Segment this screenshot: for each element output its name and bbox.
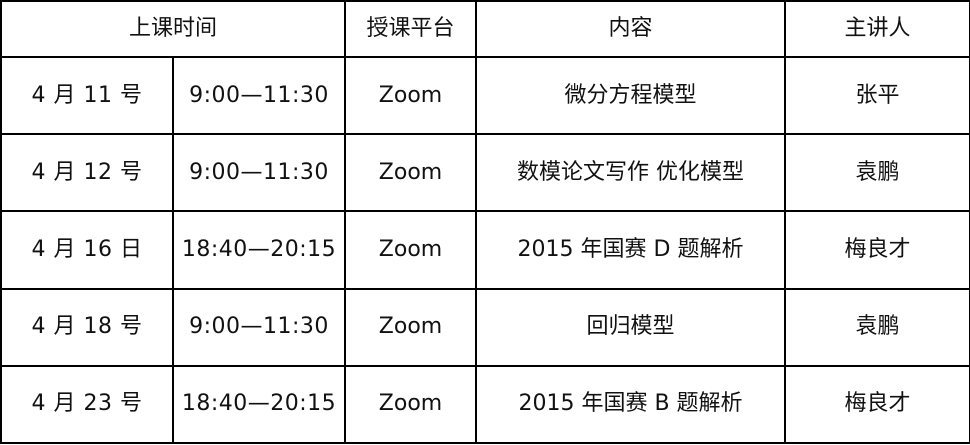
- table-row: 4 月 18 号 9:00—11:30 Zoom 回归模型 袁鹏: [0, 287, 970, 367]
- platform-cell: Zoom: [344, 56, 478, 136]
- header-speaker: 主讲人: [784, 0, 970, 59]
- content-cell: 微分方程模型: [475, 56, 787, 136]
- time-cell: 18:40—20:15: [171, 364, 347, 445]
- date-cell: 4 月 18 号: [0, 287, 174, 367]
- schedule-sheet: 上课时间 授课平台 内容 主讲人 4 月 11 号 9:00—11:30 Zoo…: [0, 0, 970, 445]
- date-cell: 4 月 11 号: [0, 56, 174, 136]
- time-cell: 18:40—20:15: [171, 210, 347, 290]
- content-cell: 2015 年国赛 D 题解析: [475, 210, 787, 290]
- header-content: 内容: [475, 0, 787, 59]
- date-cell: 4 月 23 号: [0, 364, 174, 445]
- content-cell: 2015 年国赛 B 题解析: [475, 364, 787, 445]
- speaker-cell: 袁鹏: [784, 287, 970, 367]
- header-time: 上课时间: [0, 0, 347, 59]
- platform-cell: Zoom: [344, 364, 478, 445]
- time-cell: 9:00—11:30: [171, 133, 347, 213]
- speaker-cell: 梅良才: [784, 210, 970, 290]
- time-cell: 9:00—11:30: [171, 287, 347, 367]
- date-cell: 4 月 16 日: [0, 210, 174, 290]
- table-row: 4 月 23 号 18:40—20:15 Zoom 2015 年国赛 B 题解析…: [0, 364, 970, 445]
- speaker-cell: 梅良才: [784, 364, 970, 445]
- table-row: 4 月 16 日 18:40—20:15 Zoom 2015 年国赛 D 题解析…: [0, 210, 970, 290]
- content-cell: 回归模型: [475, 287, 787, 367]
- table-row: 4 月 11 号 9:00—11:30 Zoom 微分方程模型 张平: [0, 56, 970, 136]
- time-cell: 9:00—11:30: [171, 56, 347, 136]
- content-cell: 数模论文写作 优化模型: [475, 133, 787, 213]
- date-cell: 4 月 12 号: [0, 133, 174, 213]
- table-row: 4 月 12 号 9:00—11:30 Zoom 数模论文写作 优化模型 袁鹏: [0, 133, 970, 213]
- header-platform: 授课平台: [344, 0, 478, 59]
- speaker-cell: 张平: [784, 56, 970, 136]
- header-row: 上课时间 授课平台 内容 主讲人: [0, 0, 970, 59]
- course-schedule-table: 上课时间 授课平台 内容 主讲人 4 月 11 号 9:00—11:30 Zoo…: [0, 0, 970, 445]
- platform-cell: Zoom: [344, 210, 478, 290]
- platform-cell: Zoom: [344, 287, 478, 367]
- platform-cell: Zoom: [344, 133, 478, 213]
- speaker-cell: 袁鹏: [784, 133, 970, 213]
